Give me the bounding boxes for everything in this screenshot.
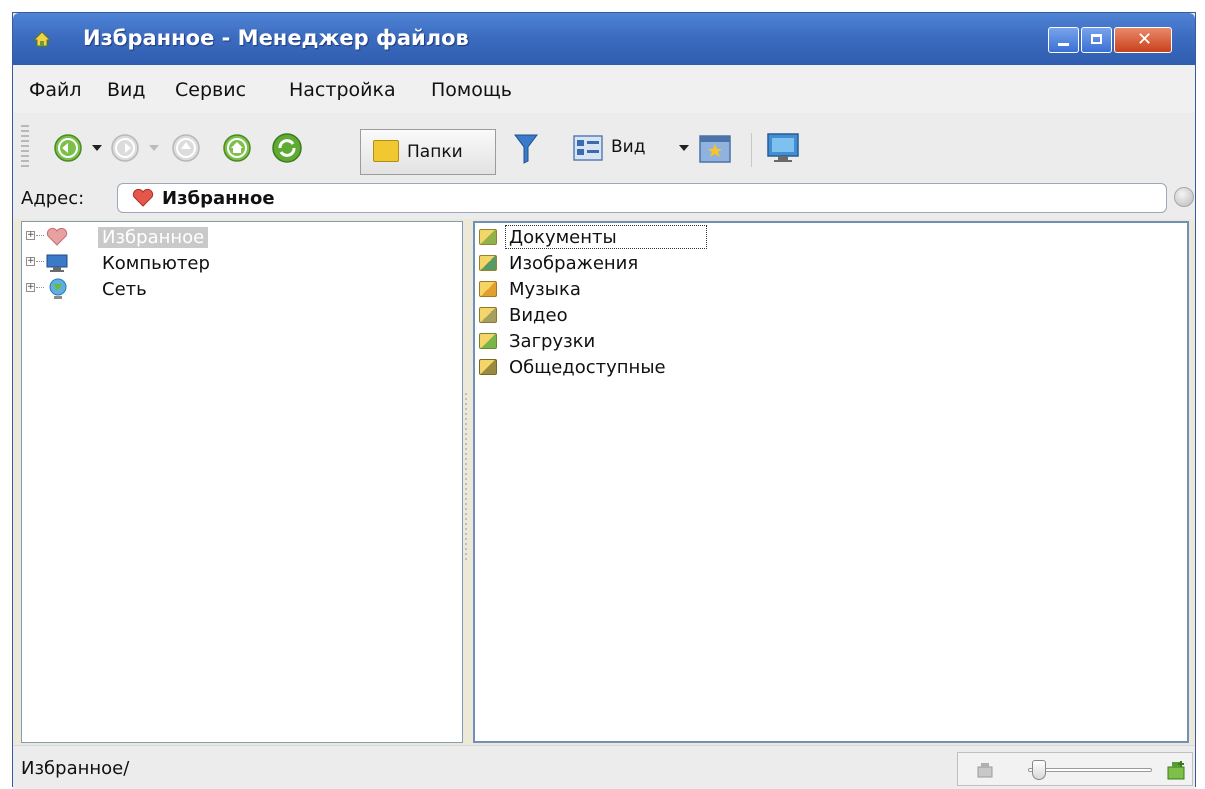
tree-item-computer[interactable]: + Компьютер (22, 250, 462, 276)
menu-view[interactable]: Вид (107, 79, 146, 101)
refresh-icon[interactable] (270, 131, 304, 165)
tree-item-label: Сеть (102, 279, 147, 300)
address-value: Избранное (162, 188, 275, 209)
home-icon[interactable] (222, 133, 252, 163)
back-icon[interactable] (53, 133, 83, 163)
list-item-downloads[interactable]: Загрузки (479, 329, 819, 355)
address-bar: Адрес: Избранное (13, 179, 1195, 219)
documents-folder-icon (479, 229, 497, 245)
folders-label: Папки (407, 142, 463, 162)
computer-icon (46, 254, 68, 272)
view-mode-icon[interactable] (573, 135, 603, 161)
close-button[interactable]: ✕ (1114, 27, 1172, 53)
zoom-slider-track[interactable] (1028, 768, 1152, 772)
favorites-heart-icon (132, 189, 154, 207)
go-button[interactable] (1174, 187, 1194, 207)
maximize-icon (1091, 34, 1102, 44)
new-window-icon[interactable] (699, 133, 731, 163)
up-icon[interactable] (171, 133, 201, 163)
pane-splitter[interactable] (465, 393, 467, 563)
list-item-video[interactable]: Видео (479, 303, 819, 329)
toolbar-grip[interactable] (21, 125, 29, 169)
file-name: Музыка (509, 279, 581, 300)
expand-icon[interactable]: + (26, 283, 35, 292)
favorites-heart-icon (46, 228, 68, 246)
close-icon: ✕ (1137, 29, 1153, 50)
menu-file[interactable]: Файл (29, 79, 82, 101)
window-title: Избранное - Менеджер файлов (83, 26, 469, 50)
tree-connector (36, 235, 44, 236)
tree-connector (36, 287, 44, 288)
video-folder-icon (479, 307, 497, 323)
toolbar: Папки Вид (13, 113, 1195, 180)
zoom-control (957, 752, 1193, 786)
tree-connector (36, 261, 44, 262)
terminal-window-icon[interactable] (767, 133, 799, 163)
view-dropdown-icon[interactable] (679, 145, 689, 151)
filter-icon[interactable] (513, 133, 539, 165)
downloads-folder-icon (479, 333, 497, 349)
file-name: Видео (509, 305, 568, 326)
folder-icon (373, 140, 399, 162)
minimize-icon (1058, 43, 1069, 46)
list-item-pictures[interactable]: Изображения (479, 251, 819, 277)
zoom-out-icon[interactable] (976, 761, 994, 779)
minimize-button[interactable] (1048, 27, 1079, 53)
public-folder-icon (479, 359, 497, 375)
menu-settings[interactable]: Настройка (289, 79, 396, 101)
list-item-music[interactable]: Музыка (479, 277, 819, 303)
expand-icon[interactable]: + (26, 231, 35, 240)
file-name: Общедоступные (509, 357, 666, 378)
tree-item-network[interactable]: + Сеть (22, 276, 462, 302)
network-globe-icon (49, 278, 67, 299)
address-field[interactable]: Избранное (117, 183, 1167, 213)
address-label: Адрес: (21, 188, 85, 209)
menu-bar: Файл Вид Сервис Настройка Помощь (13, 65, 1195, 114)
status-path: Избранное/ (21, 758, 130, 779)
toolbar-separator (751, 133, 752, 167)
list-item-public[interactable]: Общедоступные (479, 355, 819, 381)
zoom-slider-thumb[interactable] (1031, 760, 1046, 780)
home-app-icon (33, 31, 51, 47)
pictures-folder-icon (479, 255, 497, 271)
list-item-documents[interactable]: Документы (479, 225, 819, 251)
file-name: Документы (509, 227, 617, 248)
file-list-pane: Документы Изображения Музыка Видео Загру… (473, 221, 1189, 743)
folders-toggle-button[interactable]: Папки (360, 129, 496, 175)
title-bar[interactable]: Избранное - Менеджер файлов ✕ (13, 13, 1195, 65)
folder-tree-pane: + Избранное + Компьютер + Сеть (21, 221, 463, 743)
menu-service[interactable]: Сервис (175, 79, 246, 101)
file-name: Изображения (509, 253, 639, 274)
maximize-button[interactable] (1081, 27, 1112, 53)
menu-help[interactable]: Помощь (431, 79, 512, 101)
tree-item-label: Компьютер (102, 253, 210, 274)
back-dropdown-icon[interactable] (92, 145, 102, 151)
forward-icon[interactable] (110, 133, 140, 163)
status-bar: Избранное/ (13, 745, 1195, 789)
zoom-in-icon[interactable] (1166, 759, 1188, 781)
file-manager-window: Избранное - Менеджер файлов ✕ Файл Вид С… (12, 12, 1196, 789)
forward-dropdown-icon[interactable] (149, 145, 159, 151)
tree-item-favorites[interactable]: + Избранное (22, 224, 462, 250)
expand-icon[interactable]: + (26, 257, 35, 266)
tree-item-label: Избранное (98, 227, 209, 248)
music-folder-icon (479, 281, 497, 297)
file-name: Загрузки (509, 331, 596, 352)
view-label[interactable]: Вид (611, 137, 645, 157)
